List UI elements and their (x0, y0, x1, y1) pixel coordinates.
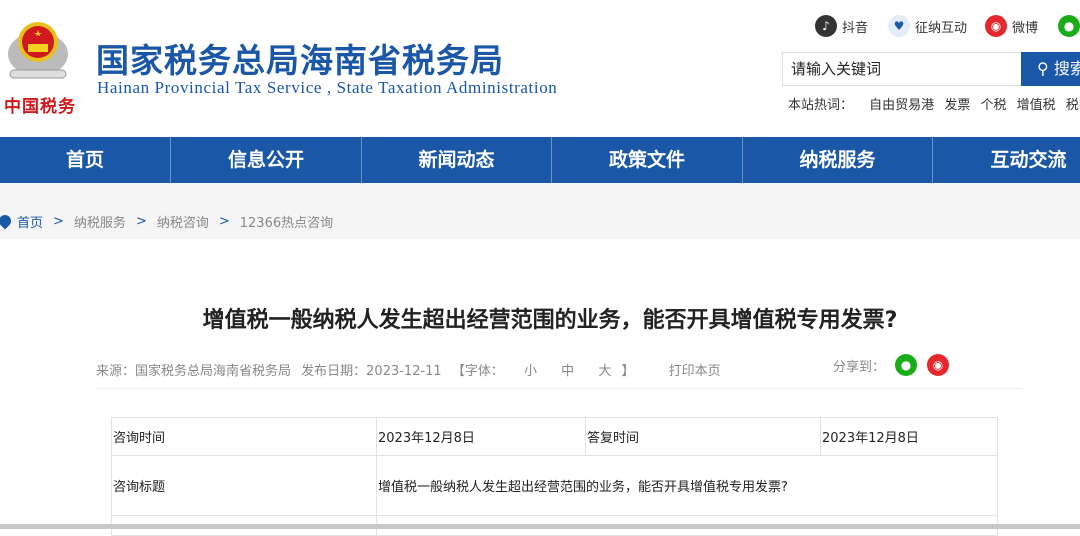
table-row: 咨询时间 2023年12月8日 答复时间 2023年12月8日 (111, 417, 998, 456)
font-size-close: 】 (621, 364, 635, 379)
hot-word[interactable]: 增值税 (1017, 98, 1056, 113)
nav-news[interactable]: 新闻动态 (362, 137, 552, 183)
ask-time: 2023年12月8日 (376, 417, 586, 456)
nav-policy[interactable]: 政策文件 (552, 137, 743, 183)
article-meta: 来源：国家税务总局海南省税务局 发布日期：2023-12-11 【字体： 小 中… (96, 360, 727, 379)
hot-word[interactable]: 税收优惠 (1066, 98, 1080, 113)
title-value: 增值税一般纳税人发生超出经营范围的业务，能否开具增值税专用发票? (376, 455, 998, 516)
article-source: 来源：国家税务总局海南省税务局 (96, 364, 292, 379)
site-title[interactable]: 国家税务总局海南省税务局 (96, 34, 504, 82)
share-bar: 分享到： ● ◉ (833, 354, 950, 376)
share-weibo-icon[interactable]: ◉ (927, 354, 950, 376)
hot-word[interactable]: 个税 (980, 98, 1006, 113)
breadcrumb-home[interactable]: 首页 (17, 212, 43, 231)
weibo-link[interactable]: ◉ 微博 (985, 15, 1038, 37)
divider (96, 388, 1022, 389)
font-medium-button[interactable]: 中 (561, 364, 574, 379)
font-size-label: 【字体： (451, 364, 504, 379)
douyin-link[interactable]: ♪ 抖音 (815, 15, 868, 37)
title-label: 咨询标题 (111, 455, 377, 516)
douyin-icon: ♪ (815, 15, 837, 37)
article-date: 发布日期：2023-12-11 (301, 364, 442, 379)
search-button-label: 搜索 (1053, 59, 1080, 78)
breadcrumb-item[interactable]: 纳税服务 (74, 212, 126, 231)
site-subtitle: Hainan Provincial Tax Service , State Ta… (97, 78, 558, 97)
font-small-button[interactable]: 小 (524, 364, 537, 379)
font-large-button[interactable]: 大 (598, 364, 611, 379)
article-title: 增值税一般纳税人发生超出经营范围的业务，能否开具增值税专用发票? (202, 308, 898, 333)
search-icon: ⚲ (1037, 59, 1049, 78)
wechat-link[interactable]: ● (1058, 15, 1080, 37)
breadcrumb: 首页 > 纳税服务 > 纳税咨询 > 12366热点咨询 (0, 183, 1080, 239)
location-icon (0, 212, 14, 230)
search-button[interactable]: ⚲ 搜索 (1021, 52, 1080, 86)
weibo-label: 微博 (1012, 20, 1039, 36)
hot-word[interactable]: 自由贸易港 (869, 98, 934, 113)
site-header: 中国税务 国家税务总局海南省税务局 Hainan Provincial Tax … (0, 0, 1080, 137)
ask-time-label: 咨询时间 (111, 417, 377, 456)
heart-icon: ♥ (888, 15, 910, 37)
nav-service[interactable]: 纳税服务 (743, 137, 933, 183)
reply-time-label: 答复时间 (585, 417, 821, 456)
search-input[interactable]: 请输入关键词 (782, 52, 1022, 86)
weibo-icon: ◉ (985, 15, 1007, 37)
consult-table: 咨询时间 2023年12月8日 答复时间 2023年12月8日 咨询标题 增值税… (111, 417, 998, 536)
nav-interaction[interactable]: 互动交流 (933, 137, 1080, 183)
hot-words: 本站热词： 自由贸易港 发票 个税 增值税 税收优惠 (788, 94, 1080, 113)
share-wechat-icon[interactable]: ● (895, 354, 918, 376)
nav-home[interactable]: 首页 (0, 137, 171, 183)
hot-word[interactable]: 发票 (944, 98, 970, 113)
print-button[interactable]: 打印本页 (669, 364, 721, 379)
logo-text: 中国税务 (4, 97, 76, 117)
horizontal-scrollbar[interactable] (0, 524, 1080, 529)
nav-info[interactable]: 信息公开 (171, 137, 362, 183)
national-emblem-icon (8, 22, 68, 79)
share-label: 分享到： (833, 359, 886, 375)
breadcrumb-item[interactable]: 纳税咨询 (157, 212, 209, 231)
interaction-label: 征纳互动 (915, 20, 968, 36)
wechat-icon: ● (1058, 15, 1080, 37)
interaction-link[interactable]: ♥ 征纳互动 (888, 15, 967, 37)
main-nav: 首页 信息公开 新闻动态 政策文件 纳税服务 互动交流 (0, 137, 1080, 183)
reply-time: 2023年12月8日 (820, 417, 998, 456)
table-row: 咨询标题 增值税一般纳税人发生超出经营范围的业务，能否开具增值税专用发票? (111, 455, 998, 516)
hot-label: 本站热词： (788, 98, 854, 113)
douyin-label: 抖音 (842, 20, 869, 36)
breadcrumb-item[interactable]: 12366热点咨询 (240, 212, 333, 231)
